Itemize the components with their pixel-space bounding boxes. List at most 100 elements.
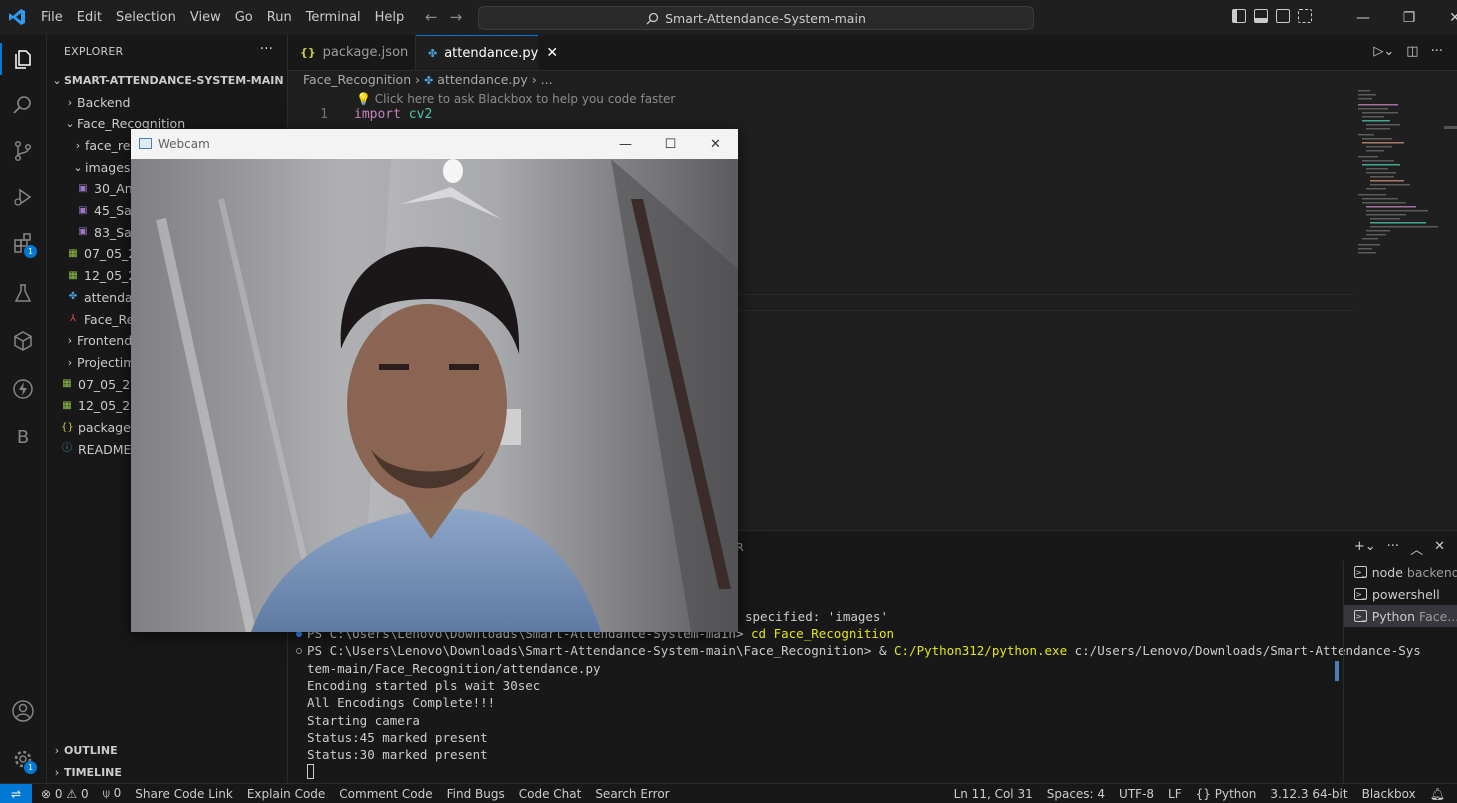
terminal-item-node[interactable]: >_ node backend <box>1344 561 1457 583</box>
explain-code[interactable]: Explain Code <box>247 787 325 801</box>
command-center[interactable]: Smart-Attendance-System-main <box>478 6 1034 30</box>
toggle-panel-icon[interactable] <box>1254 9 1268 23</box>
chevron-right-icon: › <box>67 95 73 109</box>
blackbox-icon[interactable]: B <box>0 415 46 459</box>
indentation[interactable]: Spaces: 4 <box>1047 787 1105 801</box>
activity-bar: 1 B 1 <box>0 35 47 783</box>
account-icon[interactable] <box>0 689 46 733</box>
timeline-section[interactable]: › TIMELINE <box>50 761 122 783</box>
menu-go[interactable]: Go <box>228 10 260 25</box>
hint-text: Click here to ask Blackbox to help you c… <box>374 92 676 106</box>
tree-item[interactable]: › face_rec <box>71 134 138 156</box>
restore-icon[interactable]: ❐ <box>1386 0 1432 35</box>
maximize-panel-icon[interactable]: ︿ <box>1410 539 1423 558</box>
webcam-titlebar[interactable]: Webcam — ☐ ✕ <box>131 129 738 159</box>
notifications-bell-icon[interactable]: 🔔︎ <box>1430 787 1445 801</box>
comment-code[interactable]: Comment Code <box>339 787 432 801</box>
tree-item-label: face_rec <box>85 137 138 153</box>
breadcrumb-more[interactable]: ... <box>541 72 553 87</box>
menu-view[interactable]: View <box>183 10 228 25</box>
editor-scrollbar[interactable] <box>1444 126 1457 129</box>
ports-indicator[interactable]: ⍦ 0 <box>103 786 122 801</box>
language-mode[interactable]: {} Python <box>1196 787 1257 801</box>
more-actions-icon[interactable]: ··· <box>1387 539 1399 558</box>
testing-icon[interactable] <box>0 271 46 315</box>
minimap[interactable] <box>1358 88 1438 256</box>
terminal-icon: >_ <box>1354 588 1367 600</box>
webcam-minimize-icon[interactable]: — <box>603 129 648 159</box>
image-file-icon: ▣ <box>78 226 88 238</box>
tree-item[interactable]: ⓘ README.r <box>61 438 141 460</box>
terminal-item-powershell[interactable]: >_ powershell <box>1344 583 1457 605</box>
terminal-name: powershell <box>1372 586 1440 602</box>
tree-item[interactable]: ⌄ images <box>71 156 130 178</box>
toggle-secondary-sidebar-icon[interactable] <box>1276 9 1290 23</box>
terminal-cursor <box>307 764 314 779</box>
webcam-close-icon[interactable]: ✕ <box>693 129 738 159</box>
run-debug-icon[interactable] <box>0 175 46 219</box>
settings-gear-icon[interactable]: 1 <box>0 737 46 781</box>
encoding[interactable]: UTF-8 <box>1119 787 1154 801</box>
blackbox-status[interactable]: Blackbox <box>1362 787 1416 801</box>
code-line[interactable]: 1 import cv2 <box>288 107 588 126</box>
customize-layout-icon[interactable] <box>1298 9 1312 23</box>
outline-section[interactable]: › OUTLINE <box>50 739 118 761</box>
containers-icon[interactable] <box>0 319 46 363</box>
toggle-sidebar-icon[interactable] <box>1232 9 1246 23</box>
extensions-icon[interactable]: 1 <box>0 221 46 265</box>
remote-indicator-icon[interactable]: ⇌ <box>0 784 32 803</box>
explorer-icon[interactable] <box>0 37 46 81</box>
breadcrumb-folder[interactable]: Face_Recognition <box>303 72 411 87</box>
menu-help[interactable]: Help <box>368 10 412 25</box>
menu-edit[interactable]: Edit <box>70 10 109 25</box>
close-panel-icon[interactable]: ✕ <box>1434 539 1445 558</box>
new-terminal-icon[interactable]: +⌄ <box>1354 539 1376 558</box>
cursor-position[interactable]: Ln 11, Col 31 <box>954 787 1033 801</box>
tree-item[interactable]: ✤ attendar <box>67 286 138 308</box>
explorer-title: EXPLORER <box>64 45 124 58</box>
menu-bar: File Edit Selection View Go Run Terminal… <box>34 0 411 35</box>
more-actions-icon[interactable]: ··· <box>260 41 273 57</box>
close-icon[interactable]: ✕ <box>1432 0 1457 35</box>
close-tab-icon[interactable]: ✕ <box>546 45 558 61</box>
tree-item[interactable]: › Projectim <box>63 351 136 373</box>
broadcast-icon: ⍦ <box>102 786 110 800</box>
code-chat[interactable]: Code Chat <box>519 787 582 801</box>
ports-count: 0 <box>113 786 122 800</box>
tree-item[interactable]: {} package-l <box>61 417 139 439</box>
share-code-link[interactable]: Share Code Link <box>135 787 233 801</box>
menu-terminal[interactable]: Terminal <box>299 10 368 25</box>
minimize-icon[interactable]: — <box>1340 0 1386 35</box>
webcam-maximize-icon[interactable]: ☐ <box>648 129 693 159</box>
problems-indicator[interactable]: ⊗ 0 ⚠ 0 <box>41 787 89 801</box>
chevron-right-icon: › <box>531 72 541 87</box>
split-editor-icon[interactable]: ◫ <box>1406 44 1418 59</box>
find-bugs[interactable]: Find Bugs <box>447 787 505 801</box>
back-arrow-icon[interactable]: ← <box>425 8 438 26</box>
run-icon[interactable]: ▷⌄ <box>1373 44 1394 59</box>
menu-run[interactable]: Run <box>260 10 299 25</box>
workspace-root[interactable]: ⌄ SMART-ATTENDANCE-SYSTEM-MAIN <box>50 69 283 91</box>
lightning-icon[interactable] <box>0 367 46 411</box>
webcam-title: Webcam <box>158 137 210 151</box>
menu-file[interactable]: File <box>34 10 70 25</box>
terminal-scrollbar[interactable] <box>1335 661 1339 681</box>
spreadsheet-file-icon: ▦ <box>68 269 78 281</box>
more-actions-icon[interactable]: ··· <box>1431 44 1443 59</box>
blackbox-hint[interactable]: 💡 Click here to ask Blackbox to help you… <box>356 92 675 106</box>
breadcrumb-file[interactable]: attendance.py <box>437 72 527 87</box>
chevron-right-icon: › <box>415 72 425 87</box>
tab-package-json[interactable]: {} package.json <box>288 35 416 70</box>
menu-selection[interactable]: Selection <box>109 10 183 25</box>
tree-item[interactable]: › Frontend <box>63 330 132 352</box>
end-of-line[interactable]: LF <box>1168 787 1182 801</box>
tree-item[interactable]: › Backend <box>63 91 131 113</box>
source-control-icon[interactable] <box>0 129 46 173</box>
spreadsheet-file-icon: ▦ <box>62 378 72 390</box>
tab-attendance-py[interactable]: ✤ attendance.py ✕ <box>416 35 558 70</box>
search-error[interactable]: Search Error <box>595 787 669 801</box>
terminal-item-python[interactable]: >_ Python Face... <box>1344 605 1457 627</box>
search-icon[interactable] <box>0 83 46 127</box>
python-interpreter[interactable]: 3.12.3 64-bit <box>1270 787 1347 801</box>
forward-arrow-icon[interactable]: → <box>450 8 463 26</box>
